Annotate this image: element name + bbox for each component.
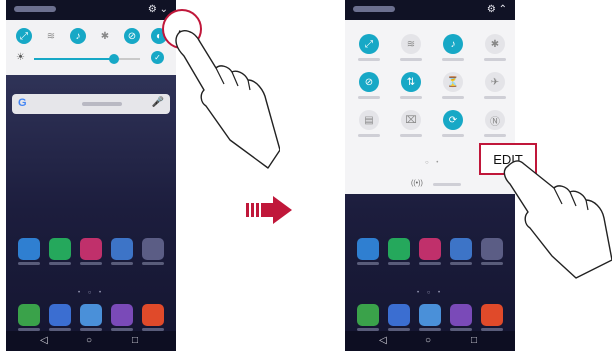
brightness-fill bbox=[34, 58, 114, 60]
quick-setting-label bbox=[400, 134, 422, 137]
bluetooth-icon[interactable]: ✱ bbox=[97, 28, 113, 44]
app-icon[interactable] bbox=[111, 238, 133, 260]
app-label bbox=[450, 262, 472, 265]
quick-setting-label bbox=[400, 96, 422, 99]
phone-before: ⚙ ⌄ ⤢ ≋ ♪ ✱ ⊘ ◐ ☀ ✓ G 🎤 • ○ • ◁ ○ □ bbox=[6, 0, 176, 351]
app-icon[interactable] bbox=[18, 238, 40, 260]
app-label bbox=[357, 262, 379, 265]
quick-setting-tile-icon[interactable]: Ⓝ bbox=[485, 110, 505, 130]
quick-settings-panel: ⤢ ≋ ♪ ✱ ⊘ ◐ ☀ ✓ bbox=[6, 20, 176, 75]
app-label bbox=[111, 262, 133, 265]
quick-setting-label bbox=[484, 134, 506, 137]
quick-setting-tile-icon[interactable]: ♪ bbox=[443, 34, 463, 54]
app-icon[interactable] bbox=[49, 304, 71, 326]
mic-icon[interactable]: 🎤 bbox=[152, 97, 164, 108]
brightness-slider[interactable] bbox=[34, 54, 140, 64]
quick-setting-tile-icon[interactable]: ⤢ bbox=[359, 34, 379, 54]
nav-bar: ◁ ○ □ bbox=[345, 331, 515, 351]
quick-setting-label bbox=[358, 58, 380, 61]
app-icon[interactable] bbox=[388, 238, 410, 260]
dock-row bbox=[351, 304, 509, 334]
status-bar: ⚙ ⌃ bbox=[345, 0, 515, 20]
app-label bbox=[49, 262, 71, 265]
app-icon[interactable] bbox=[80, 304, 102, 326]
page-indicator: • ○ • bbox=[78, 290, 105, 296]
hand-pointer-icon bbox=[503, 160, 612, 279]
quick-setting-tile-icon[interactable]: ✱ bbox=[485, 34, 505, 54]
nfc-label bbox=[433, 183, 461, 186]
transition-arrow-icon bbox=[246, 196, 292, 224]
app-label bbox=[142, 262, 164, 265]
app-label bbox=[419, 262, 441, 265]
quick-setting-label bbox=[358, 96, 380, 99]
back-icon[interactable]: ◁ bbox=[379, 335, 387, 346]
quick-setting-tile-icon[interactable]: ⟳ bbox=[443, 110, 463, 130]
quick-setting-label bbox=[442, 96, 464, 99]
quick-setting-label bbox=[442, 58, 464, 61]
quick-setting-tile-icon[interactable]: ⊘ bbox=[359, 72, 379, 92]
app-icon[interactable] bbox=[388, 304, 410, 326]
app-icon[interactable] bbox=[142, 304, 164, 326]
app-icon[interactable] bbox=[450, 238, 472, 260]
app-row bbox=[351, 238, 509, 268]
app-label bbox=[18, 262, 40, 265]
quick-setting-label bbox=[442, 134, 464, 137]
quick-setting-tile-icon[interactable]: ⌧ bbox=[401, 110, 421, 130]
back-icon[interactable]: ◁ bbox=[40, 335, 48, 346]
quick-setting-label bbox=[358, 134, 380, 137]
wifi-icon[interactable]: ≋ bbox=[43, 28, 59, 44]
status-icons: ⚙ ⌄ bbox=[147, 4, 168, 15]
app-icon[interactable] bbox=[49, 238, 71, 260]
auto-brightness-icon[interactable]: ✓ bbox=[151, 51, 164, 64]
search-bar[interactable]: G 🎤 bbox=[12, 94, 170, 114]
recent-apps-icon[interactable]: □ bbox=[132, 335, 138, 346]
app-icon[interactable] bbox=[142, 238, 164, 260]
quick-setting-label bbox=[400, 58, 422, 61]
quick-setting-label bbox=[484, 96, 506, 99]
app-icon[interactable] bbox=[80, 238, 102, 260]
app-icon[interactable] bbox=[18, 304, 40, 326]
phone-after: ⚙ ⌃ ○ • ((•)) ⤢ ≋ ♪ ✱ ⊘ ⇅ ⏳ ✈ ▤ ⌧ ⟳ Ⓝ • ○ • ◁ ○ □ bbox=[345, 0, 515, 351]
quick-setting-tile-icon[interactable]: ⇅ bbox=[401, 72, 421, 92]
quick-setting-tile-icon[interactable]: ≋ bbox=[401, 34, 421, 54]
quick-setting-tile-icon[interactable]: ⏳ bbox=[443, 72, 463, 92]
brightness-control[interactable]: ☀ ✓ bbox=[16, 51, 166, 66]
expand-arrows-icon[interactable]: ⤢ bbox=[16, 28, 32, 44]
app-label bbox=[80, 262, 102, 265]
app-icon[interactable] bbox=[357, 238, 379, 260]
nav-bar: ◁ ○ □ bbox=[6, 331, 176, 351]
app-label bbox=[388, 262, 410, 265]
brightness-knob[interactable] bbox=[108, 54, 119, 64]
google-icon: G bbox=[18, 97, 27, 109]
status-bar: ⚙ ⌄ bbox=[6, 0, 176, 20]
status-time bbox=[353, 6, 395, 12]
quick-setting-tile-icon[interactable]: ▤ bbox=[359, 110, 379, 130]
do-not-disturb-icon[interactable]: ⊘ bbox=[124, 28, 140, 44]
status-time bbox=[14, 6, 56, 12]
app-icon[interactable] bbox=[450, 304, 472, 326]
app-icon[interactable] bbox=[357, 304, 379, 326]
app-icon[interactable] bbox=[111, 304, 133, 326]
dock-row bbox=[12, 304, 170, 334]
brightness-icon: ☀ bbox=[16, 52, 25, 63]
qs-page-indicator: ○ • bbox=[425, 160, 442, 166]
app-icon[interactable] bbox=[419, 238, 441, 260]
app-row bbox=[12, 238, 170, 268]
recent-apps-icon[interactable]: □ bbox=[471, 335, 477, 346]
home-icon[interactable]: ○ bbox=[425, 335, 431, 346]
quick-setting-label bbox=[484, 58, 506, 61]
hand-pointer-icon bbox=[175, 30, 280, 169]
page-indicator: • ○ • bbox=[417, 290, 444, 296]
search-placeholder bbox=[82, 102, 122, 106]
quick-setting-tile-icon[interactable]: ✈ bbox=[485, 72, 505, 92]
app-icon[interactable] bbox=[419, 304, 441, 326]
sound-icon[interactable]: ♪ bbox=[70, 28, 86, 44]
nfc-icon[interactable]: ((•)) bbox=[411, 180, 423, 187]
app-icon[interactable] bbox=[481, 304, 503, 326]
home-icon[interactable]: ○ bbox=[86, 335, 92, 346]
quick-settings-row: ⤢ ≋ ♪ ✱ ⊘ ◐ bbox=[10, 28, 172, 48]
status-icons: ⚙ ⌃ bbox=[486, 4, 507, 15]
